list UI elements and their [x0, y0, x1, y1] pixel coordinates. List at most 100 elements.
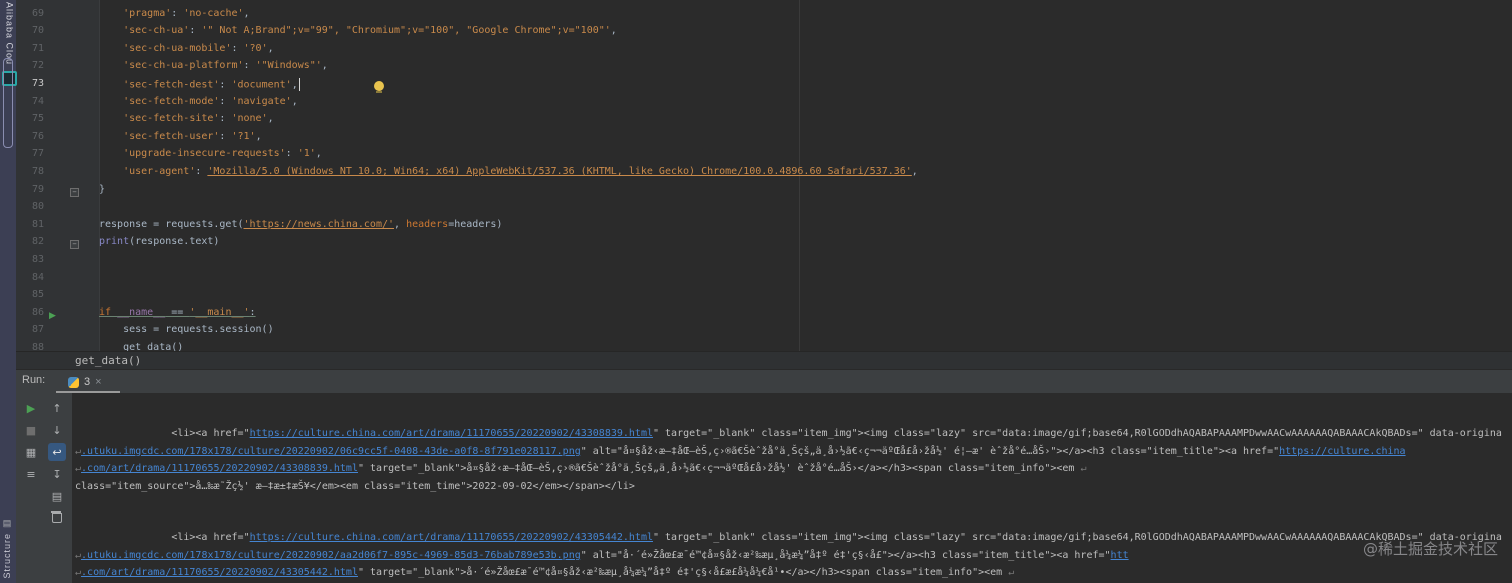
line-number: 70	[31, 25, 44, 37]
line-number: 87	[31, 324, 44, 336]
line-number: 83	[31, 254, 44, 265]
code-line: 74 'sec-fetch-mode': 'navigate',	[16, 96, 1512, 114]
line-number: 79	[31, 183, 44, 195]
console-line: ↵.utuku.imgcdc.com/178x178/culture/20220…	[75, 547, 1512, 565]
line-number: 69	[31, 7, 44, 19]
code-text: 'sec-fetch-dest': 'document',	[123, 78, 300, 91]
line-number: 76	[31, 130, 44, 142]
console-text: " alt="å·´é»Žåœ£æ¯é™¢å¤§åž‹æ²‰æµ¸å¼æ¼”å‡…	[580, 549, 1111, 561]
code-line: 72 'sec-ch-ua-platform': '"Windows"',	[16, 60, 1512, 78]
settings-button[interactable]: ≡	[22, 465, 40, 483]
code-text: 'cache-control': 'no-cache',	[99, 0, 292, 1]
fold-marker-icon[interactable]: −	[70, 187, 79, 197]
breadcrumb-item[interactable]: get_data()	[16, 354, 141, 367]
tool-window-handle[interactable]	[3, 58, 13, 148]
text-cursor	[298, 78, 300, 91]
trash-icon	[51, 511, 62, 523]
stop-button[interactable]: ■	[22, 421, 40, 439]
run-tab-label: 3	[84, 376, 91, 388]
console-line: ↵ .com/art/drama/11170655/20220902/433088…	[75, 460, 1512, 478]
breadcrumb: get_data()	[16, 351, 1512, 370]
code-line: 86 ▶ if __name__ == '__main__':	[16, 307, 1512, 325]
close-icon[interactable]: ×	[95, 376, 101, 388]
run-console-output[interactable]: <li><a href="https://culture.china.com/a…	[72, 393, 1512, 583]
soft-wrap-icon: ↵	[1008, 567, 1015, 578]
code-text: 'sec-fetch-user': '?1',	[123, 130, 262, 142]
scroll-to-end-button[interactable]: ↧	[48, 465, 66, 483]
code-line: 87 sess = requests.session()	[16, 324, 1512, 342]
code-text: }	[99, 183, 106, 195]
line-number: 80	[31, 201, 44, 213]
code-line: 73 'sec-fetch-dest': 'document',	[16, 78, 1512, 96]
restore-layout-button[interactable]: ▦	[22, 443, 40, 461]
code-text: get_data()	[99, 342, 184, 351]
console-link[interactable]: .utuku.imgcdc.com/178x178/culture/202209…	[81, 446, 581, 457]
code-line: 81 response = requests.get('https://news.…	[16, 219, 1512, 237]
line-number: 68	[16, 0, 44, 1]
code-editor[interactable]: 68 'cache-control': 'no-cache',69 'pragm…	[16, 0, 1512, 351]
run-toolbar: ▶ ■ ▦ ≡ ↑ ↓ ↩ ↧ ▤	[16, 393, 72, 583]
code-text: 'sec-ch-ua-platform': '"Windows"',	[123, 60, 328, 72]
line-number: 84	[31, 271, 44, 283]
code-line: 75 'sec-fetch-site': 'none',	[16, 113, 1512, 131]
console-link[interactable]: .utuku.imgcdc.com/178x178/culture/202209…	[81, 550, 581, 561]
code-line: 82 − print(response.text)	[16, 236, 1512, 254]
sidebar-item-alibaba-cloud[interactable]: Alibaba Clou	[5, 2, 15, 65]
soft-wrap-toggle[interactable]: ↩	[48, 443, 66, 461]
down-stack-trace-button[interactable]: ↓	[48, 421, 66, 439]
rerun-button[interactable]: ▶	[22, 399, 40, 417]
console-text: " target="_blank">å·´é»Žåœ£æ¯é™¢å¤§åž‹æ²…	[357, 567, 1009, 578]
line-number: 78	[31, 166, 44, 177]
code-text: sess = requests.session()	[99, 324, 274, 336]
watermark: @稀土掘金技术社区	[1362, 540, 1498, 558]
line-number: 73	[31, 78, 44, 89]
run-panel-title: Run:	[22, 374, 46, 386]
console-line: <li><a href="https://culture.china.com/a…	[75, 529, 1512, 547]
line-number: 74	[31, 95, 44, 107]
run-panel-header: Run: 3 ×	[16, 369, 1512, 393]
code-line: 69 'pragma': 'no-cache',	[16, 8, 1512, 26]
code-line: 83	[16, 254, 1512, 272]
line-number: 88	[31, 342, 44, 351]
code-text: 'sec-fetch-site': 'none',	[123, 113, 274, 125]
code-text: print(response.text)	[99, 236, 220, 248]
code-text: 'upgrade-insecure-requests': '1',	[123, 148, 322, 160]
console-link[interactable]: htt	[1111, 550, 1129, 561]
line-number: 86	[31, 306, 44, 318]
intention-bulb-icon[interactable]	[374, 81, 384, 93]
sidebar-item-structure[interactable]: Structure	[2, 533, 12, 579]
code-text: 'sec-ch-ua': '" Not A;Brand";v="99", "Ch…	[123, 25, 617, 37]
console-text: " target="_blank">å¤§åž‹æ–‡åŒ–èŠ‚ç›®ã€Šè…	[357, 463, 1081, 474]
console-link[interactable]: .com/art/drama/11170655/20220902/4330544…	[81, 567, 358, 578]
tool-window-stripe: Alibaba Clou ▤ Structure	[0, 0, 17, 583]
console-link[interactable]: .com/art/drama/11170655/20220902/4330883…	[81, 463, 358, 474]
console-text: " alt="å¤§åž‹æ–‡åŒ–èŠ‚ç›®ã€Šèˆžå°ä¸Šçš„ä…	[580, 445, 1280, 457]
structure-icon: ▤	[2, 518, 12, 529]
code-line: 68 'cache-control': 'no-cache',	[16, 0, 1512, 8]
line-number: 81	[31, 218, 44, 230]
print-button[interactable]: ▤	[48, 487, 66, 505]
code-text: response = requests.get('https://news.ch…	[99, 218, 503, 230]
code-text: 'sec-ch-ua-mobile': '?0',	[123, 42, 274, 54]
up-stack-trace-button[interactable]: ↑	[48, 399, 66, 417]
code-text: if __name__ == '__main__':	[99, 306, 256, 318]
code-line: 84	[16, 272, 1512, 290]
console-link[interactable]: https://culture.china.com/art/drama/1117…	[250, 428, 653, 439]
code-line: 80	[16, 201, 1512, 219]
code-line: 76 'sec-fetch-user': '?1',	[16, 131, 1512, 149]
console-link[interactable]: https://culture.china.com/art/drama/1117…	[250, 532, 653, 543]
code-line: 88 get_data()	[16, 342, 1512, 351]
soft-wrap-icon: ↵	[1080, 463, 1087, 474]
run-tab[interactable]: 3 ×	[60, 372, 110, 392]
run-line-icon[interactable]: ▶	[49, 307, 56, 325]
console-text: " target="_blank" class="item_img"><img …	[652, 428, 1502, 439]
console-line: ↵ .com/art/drama/11170655/20220902/433054…	[75, 564, 1512, 582]
console-line: <li><a href="https://culture.china.com/a…	[75, 425, 1512, 443]
line-number: 71	[31, 42, 44, 54]
console-link[interactable]: https://culture.china	[1279, 446, 1405, 457]
fold-marker-icon[interactable]: −	[70, 240, 79, 250]
line-number: 75	[31, 113, 44, 125]
clear-all-button[interactable]	[48, 509, 66, 527]
python-file-icon	[68, 376, 79, 388]
console-text: class="item_source">å…‰æ˜Žç½' æ–‡æ±‡æŠ¥<…	[75, 480, 635, 492]
